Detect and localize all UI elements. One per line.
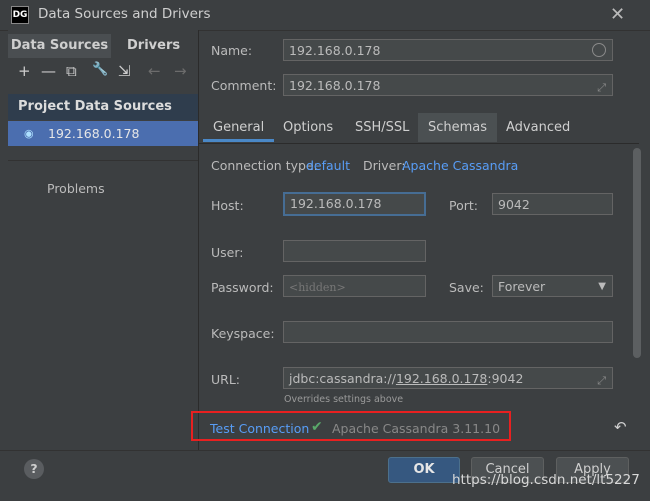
keyspace-input[interactable] — [283, 321, 613, 343]
data-source-item[interactable]: ◉ 192.168.0.178 — [8, 121, 198, 146]
check-icon: ✔ — [311, 419, 323, 435]
url-note: Overrides settings above — [284, 394, 404, 405]
comment-field[interactable]: 192.168.0.178 ⤢ — [283, 74, 613, 96]
window-title: Data Sources and Drivers — [38, 6, 211, 22]
test-result: Apache Cassandra 3.11.10 — [332, 421, 501, 436]
forward-arrow-icon[interactable]: → — [174, 62, 187, 80]
left-toolbar: + — ⧉ 🔧 ⇲ ← → — [8, 62, 198, 88]
left-panel — [8, 30, 198, 450]
help-button[interactable]: ? — [24, 459, 44, 479]
save-dropdown[interactable]: Forever ▼ — [492, 275, 613, 297]
url-host: 192.168.0.178 — [395, 371, 488, 386]
name-value: 192.168.0.178 — [289, 43, 381, 58]
tab-options[interactable]: Options — [273, 113, 343, 142]
url-prefix: jdbc:cassandra:// — [289, 371, 396, 386]
password-placeholder: <hidden> — [289, 281, 346, 294]
watermark: https://blog.csdn.net/lt5227 — [452, 472, 640, 488]
expand-icon[interactable]: ⤢ — [597, 77, 606, 99]
password-input[interactable]: <hidden> — [283, 275, 426, 297]
comment-label: Comment: — [211, 78, 277, 93]
close-icon[interactable]: ✕ — [610, 4, 625, 25]
name-field[interactable]: 192.168.0.178 — [283, 39, 613, 61]
connection-type-link[interactable]: default — [306, 158, 350, 173]
tab-data-sources[interactable]: Data Sources — [8, 34, 111, 58]
chevron-down-icon: ▼ — [598, 281, 606, 292]
problems-item[interactable]: Problems — [47, 181, 105, 196]
name-label: Name: — [211, 43, 253, 58]
circle-icon — [592, 43, 606, 57]
add-icon[interactable]: + — [18, 62, 31, 80]
undo-icon[interactable]: ↶ — [614, 418, 627, 436]
project-data-sources-header: Project Data Sources — [8, 94, 198, 120]
test-connection-link[interactable]: Test Connection — [210, 421, 309, 436]
back-arrow-icon[interactable]: ← — [148, 62, 161, 80]
save-label: Save: — [449, 280, 484, 295]
tab-schemas[interactable]: Schemas — [418, 113, 498, 142]
connection-type-label: Connection type: — [211, 158, 318, 173]
port-label: Port: — [449, 198, 478, 213]
vertical-scrollbar[interactable] — [633, 148, 641, 358]
remove-icon[interactable]: — — [41, 62, 56, 80]
host-label: Host: — [211, 198, 244, 213]
data-source-label: 192.168.0.178 — [48, 126, 140, 141]
cassandra-eye-icon: ◉ — [24, 127, 34, 140]
tab-general[interactable]: General — [203, 113, 275, 142]
settings-tabbar: General Options SSH/SSL Schemas Advanced — [199, 113, 639, 144]
password-label: Password: — [211, 280, 274, 295]
user-input[interactable] — [283, 240, 426, 262]
import-icon[interactable]: ⇲ — [118, 62, 131, 80]
ok-button[interactable]: OK — [388, 457, 460, 483]
tab-drivers[interactable]: Drivers — [127, 34, 180, 58]
tab-advanced[interactable]: Advanced — [496, 113, 580, 142]
wrench-icon[interactable]: 🔧 — [92, 62, 108, 77]
save-value: Forever — [498, 279, 546, 294]
app-logo-icon: DG — [11, 6, 29, 24]
host-input[interactable]: 192.168.0.178 — [283, 192, 426, 216]
expand-icon[interactable]: ⤢ — [597, 370, 606, 392]
url-label: URL: — [211, 372, 241, 387]
driver-label: Driver: — [363, 158, 406, 173]
splitter[interactable] — [198, 30, 199, 450]
url-suffix: :9042 — [487, 371, 524, 386]
duplicate-icon[interactable]: ⧉ — [66, 62, 77, 80]
driver-link[interactable]: Apache Cassandra — [402, 158, 518, 173]
url-input[interactable]: jdbc:cassandra://192.168.0.178:9042 ⤢ — [283, 367, 613, 389]
divider — [8, 160, 198, 161]
port-input[interactable]: 9042 — [492, 193, 613, 215]
comment-value: 192.168.0.178 — [289, 78, 381, 93]
user-label: User: — [211, 245, 244, 260]
tab-ssh-ssl[interactable]: SSH/SSL — [345, 113, 419, 142]
keyspace-label: Keyspace: — [211, 326, 275, 341]
